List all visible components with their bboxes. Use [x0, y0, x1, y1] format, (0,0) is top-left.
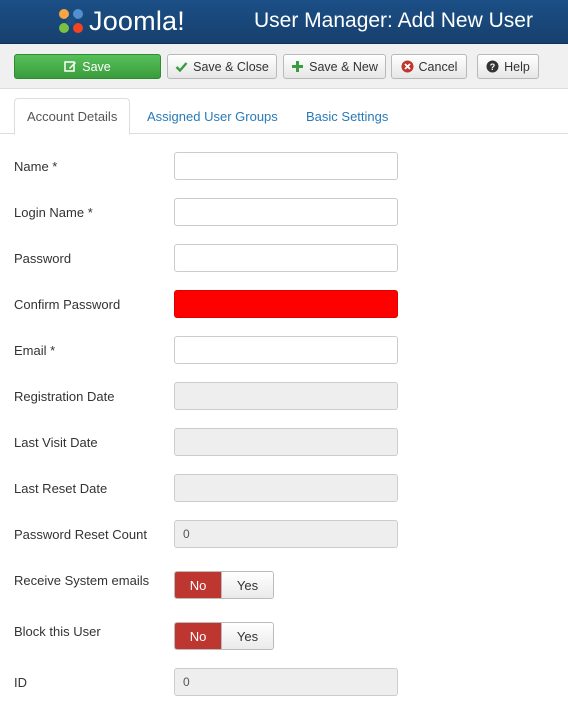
cancel-icon	[401, 60, 414, 73]
page-title: User Manager: Add New User	[254, 9, 533, 32]
help-button[interactable]: ? Help	[477, 54, 539, 79]
tab-basic-settings[interactable]: Basic Settings	[306, 98, 388, 134]
block-user-toggle: No Yes	[174, 622, 274, 650]
block-user-no[interactable]: No	[175, 623, 221, 649]
login-name-field[interactable]	[174, 198, 398, 226]
confirm-password-field[interactable]	[174, 290, 398, 318]
last-visit-date-field	[174, 428, 398, 456]
save-button[interactable]: Save	[14, 54, 161, 79]
plus-icon	[291, 60, 304, 73]
save-close-label: Save & Close	[193, 59, 269, 74]
last-reset-date-field	[174, 474, 398, 502]
tab-assigned-user-groups[interactable]: Assigned User Groups	[147, 98, 278, 134]
last-visit-date-label: Last Visit Date	[14, 435, 98, 450]
edit-icon	[64, 60, 77, 73]
toolbar: Save Save & Close Save & New Cancel ? He…	[0, 44, 568, 89]
help-label: Help	[504, 59, 530, 74]
logo-text: Joomla!	[89, 5, 185, 36]
tab-bar: Account Details Assigned User Groups Bas…	[0, 98, 568, 135]
check-icon	[175, 60, 188, 73]
save-new-label: Save & New	[309, 59, 378, 74]
cancel-label: Cancel	[418, 59, 458, 74]
receive-system-emails-no[interactable]: No	[175, 572, 221, 598]
registration-date-field	[174, 382, 398, 410]
save-close-button[interactable]: Save & Close	[167, 54, 277, 79]
receive-system-emails-toggle: No Yes	[174, 571, 274, 599]
login-name-label: Login Name *	[14, 205, 93, 220]
svg-text:?: ?	[490, 62, 496, 72]
password-field[interactable]	[174, 244, 398, 272]
block-user-label: Block this User	[14, 624, 101, 639]
registration-date-label: Registration Date	[14, 389, 115, 404]
joomla-logo[interactable]: Joomla!	[55, 4, 185, 38]
id-field	[174, 668, 398, 696]
save-new-button[interactable]: Save & New	[283, 54, 386, 79]
header-bar: Joomla! User Manager: Add New User	[0, 0, 568, 44]
tab-account-details[interactable]: Account Details	[14, 98, 131, 135]
joomla-logo-icon	[55, 5, 87, 37]
email-label: Email *	[14, 343, 56, 358]
help-icon: ?	[486, 60, 499, 73]
save-label: Save	[82, 59, 111, 74]
password-reset-count-field	[174, 520, 398, 548]
last-reset-date-label: Last Reset Date	[14, 481, 108, 496]
id-label: ID	[14, 675, 27, 690]
cancel-button[interactable]: Cancel	[391, 54, 467, 79]
password-label: Password	[14, 251, 72, 266]
receive-system-emails-label: Receive System emails	[14, 573, 150, 588]
password-reset-count-label: Password Reset Count	[14, 527, 147, 542]
name-label: Name *	[14, 159, 58, 174]
email-field[interactable]	[174, 336, 398, 364]
receive-system-emails-yes[interactable]: Yes	[221, 572, 273, 598]
block-user-yes[interactable]: Yes	[221, 623, 273, 649]
confirm-password-label: Confirm Password	[14, 297, 121, 312]
name-field[interactable]	[174, 152, 398, 180]
